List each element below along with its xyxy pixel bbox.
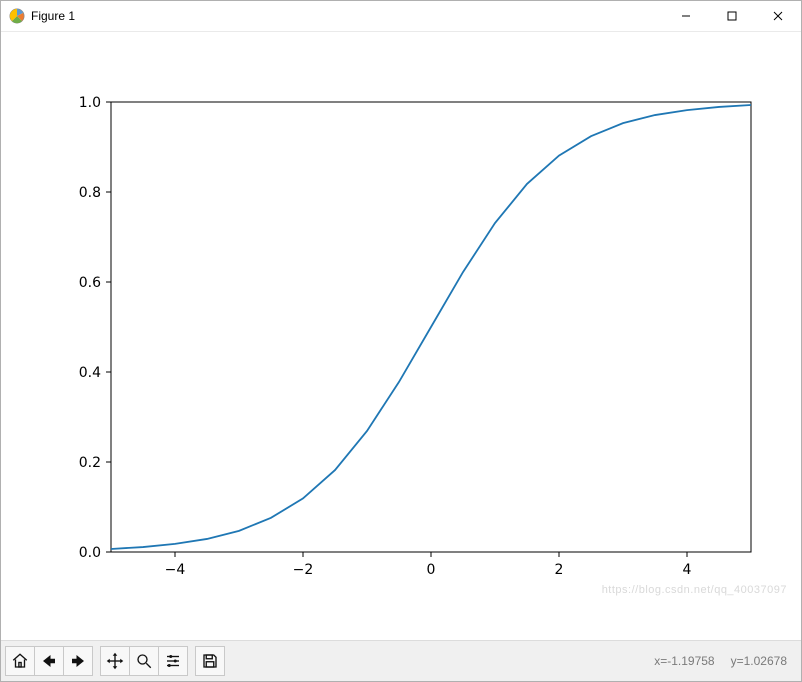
svg-text:1.0: 1.0 [79,95,101,111]
pan-button[interactable] [100,646,130,676]
cursor-status: x=-1.19758 y=1.02678 [654,654,787,668]
matplotlib-icon [9,8,25,24]
svg-text:−2: −2 [293,562,314,578]
window-title: Figure 1 [31,9,75,23]
svg-text:0.2: 0.2 [79,455,101,471]
back-button[interactable] [34,646,64,676]
zoom-button[interactable] [129,646,159,676]
svg-text:4: 4 [683,562,692,578]
cursor-y: y=1.02678 [731,654,787,668]
home-button[interactable] [5,646,35,676]
save-button[interactable] [195,646,225,676]
titlebar: Figure 1 [1,1,801,32]
plot-area[interactable]: −4−20240.00.20.40.60.81.0 https://blog.c… [1,32,801,640]
svg-text:0.6: 0.6 [79,275,101,291]
plot-canvas: −4 −2 0 2 4 0.0 0.2 0.4 0.6 0.8 1.0 [1,32,801,640]
svg-text:2: 2 [555,562,564,578]
minimize-button[interactable] [663,1,709,31]
close-button[interactable] [755,1,801,31]
svg-text:−4: −4 [165,562,186,578]
svg-text:0.4: 0.4 [79,365,101,381]
svg-text:0: 0 [427,562,436,578]
figure-window: Figure 1 −4−20240.00.20.40.60.81.0 https… [0,0,802,682]
nav-toolbar: x=-1.19758 y=1.02678 [1,640,801,681]
svg-text:0.8: 0.8 [79,185,101,201]
svg-text:0.0: 0.0 [79,545,101,561]
configure-button[interactable] [158,646,188,676]
maximize-button[interactable] [709,1,755,31]
cursor-x: x=-1.19758 [654,654,714,668]
forward-button[interactable] [63,646,93,676]
